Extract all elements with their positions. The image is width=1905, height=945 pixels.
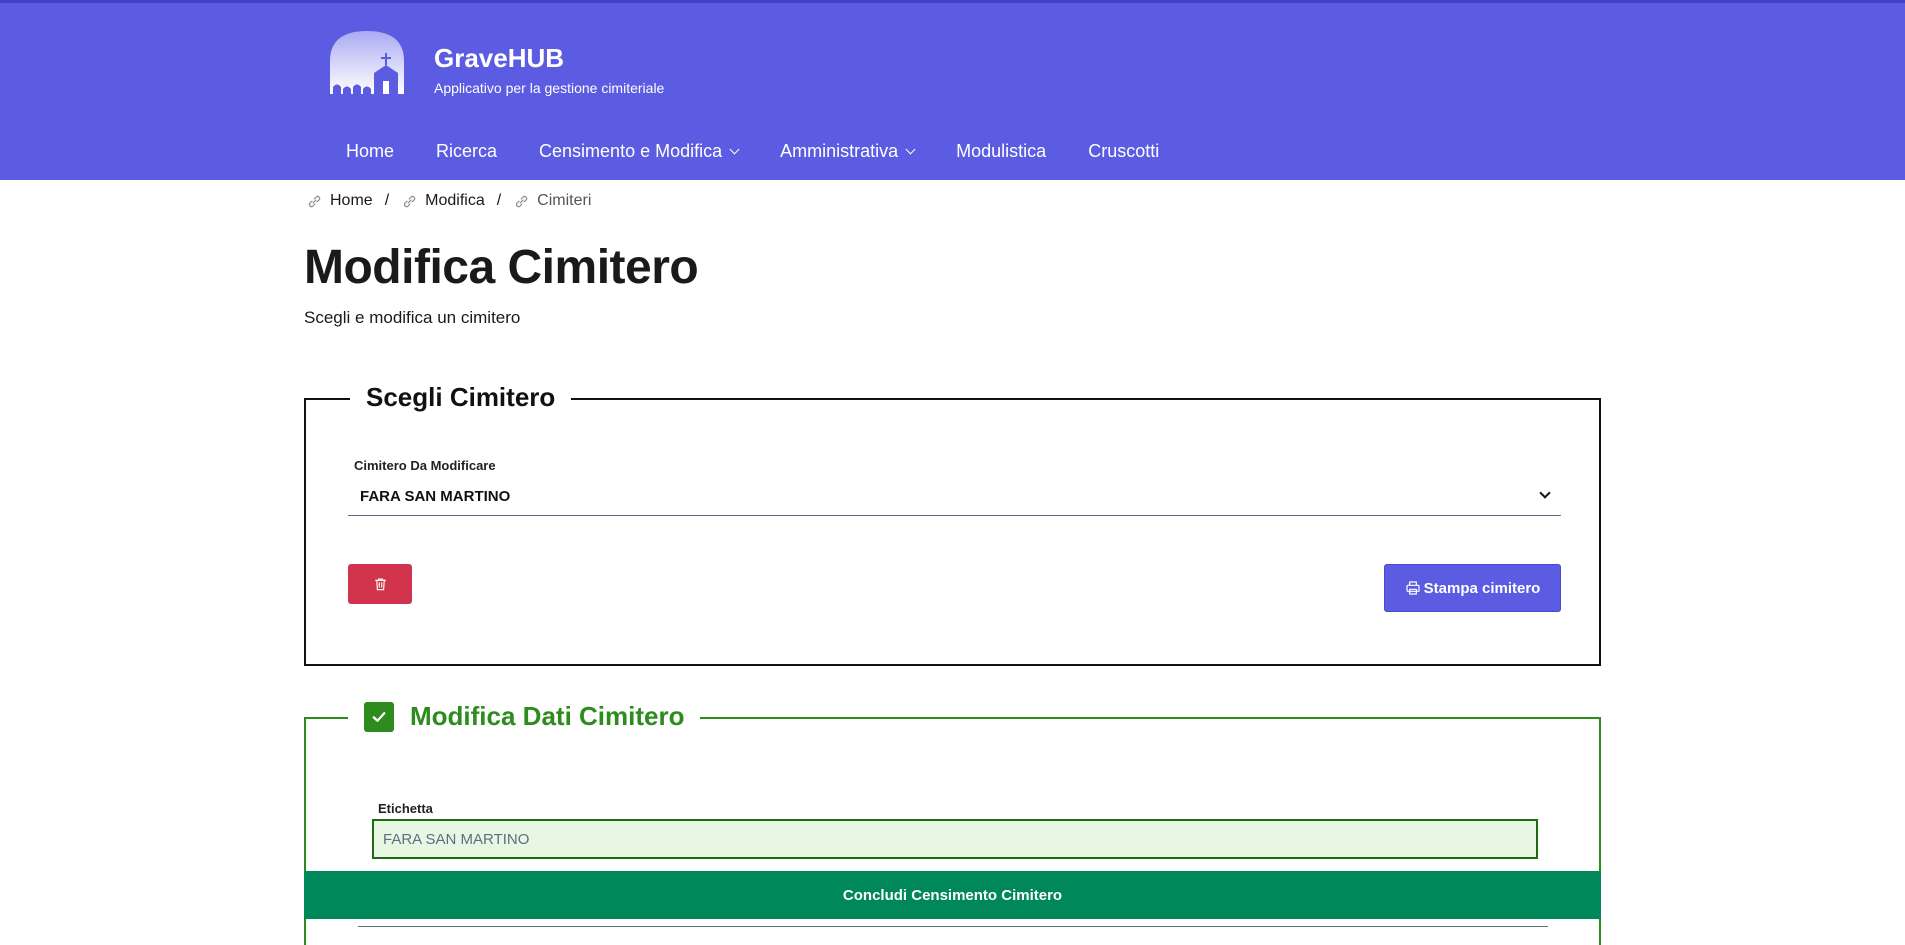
section-legend: Modifica Dati Cimitero: [348, 701, 701, 732]
print-button-label: Stampa cimitero: [1423, 579, 1541, 597]
nav-item-cruscotti[interactable]: Cruscotti: [1088, 141, 1159, 162]
conclude-census-button[interactable]: Concludi Censimento Cimitero: [304, 871, 1601, 919]
nav-item-censimento[interactable]: Censimento e Modifica: [539, 141, 740, 162]
link-icon: [404, 195, 416, 207]
chevron-down-icon: [1539, 487, 1551, 499]
nav-label: Ricerca: [436, 141, 498, 161]
nav-item-ricerca[interactable]: Ricerca: [436, 141, 497, 162]
section-legend-text: Modifica Dati Cimitero: [410, 701, 685, 731]
chevron-down-icon: [905, 144, 916, 155]
choose-cemetery-section: Scegli Cimitero Cimitero Da Modificare F…: [304, 382, 1601, 666]
nav-item-amministrativa[interactable]: Amministrativa: [780, 141, 916, 162]
label-field-label: Etichetta: [378, 801, 433, 816]
edit-cemetery-section: Modifica Dati Cimitero Etichetta Conclud…: [304, 701, 1601, 945]
trash-icon: [374, 578, 386, 591]
chevron-down-icon: [729, 144, 740, 155]
nav-label: Modulistica: [956, 141, 1047, 161]
breadcrumb-item-home[interactable]: Home: [306, 192, 373, 210]
print-cemetery-button[interactable]: Stampa cimitero: [1384, 564, 1561, 612]
nav-label: Censimento e Modifica: [539, 141, 723, 161]
breadcrumb-label: Home: [330, 192, 373, 209]
section-legend: Scegli Cimitero: [350, 382, 572, 413]
breadcrumb-label: Cimiteri: [537, 192, 592, 209]
divider: [358, 926, 1548, 927]
select-value: FARA SAN MARTINO: [360, 488, 511, 505]
page-subtitle: Scegli e modifica un cimitero: [304, 308, 521, 327]
nav-item-home[interactable]: Home: [346, 141, 394, 162]
printer-icon: [1406, 581, 1420, 595]
page-title: Modifica Cimitero: [304, 241, 699, 294]
nav-label: Home: [346, 141, 395, 161]
church-logo-icon: [330, 31, 404, 94]
breadcrumb-separator: /: [384, 192, 390, 209]
nav-label: Cruscotti: [1088, 141, 1160, 161]
nav-item-modulistica[interactable]: Modulistica: [956, 141, 1046, 162]
breadcrumb-separator: /: [496, 192, 502, 209]
label-input[interactable]: [372, 819, 1538, 859]
cemetery-select[interactable]: FARA SAN MARTINO: [348, 478, 1561, 516]
cemetery-select-label: Cimitero Da Modificare: [354, 458, 496, 473]
link-icon: [308, 195, 321, 207]
main-nav: Home Ricerca Censimento e Modifica Ammin…: [346, 141, 1201, 162]
breadcrumb: Home / Modifica / Cimiteri: [306, 192, 591, 210]
app-header: GraveHUB Applicativo per la gestione cim…: [0, 0, 1905, 180]
nav-label: Amministrativa: [780, 141, 899, 161]
breadcrumb-item-modifica[interactable]: Modifica: [401, 192, 485, 210]
brand-subtitle: Applicativo per la gestione cimiteriale: [434, 80, 665, 96]
check-icon: [364, 701, 394, 732]
delete-button[interactable]: [348, 564, 412, 604]
conclude-button-label: Concludi Censimento Cimitero: [842, 886, 1063, 904]
brand[interactable]: GraveHUB Applicativo per la gestione cim…: [328, 29, 664, 99]
brand-title: GraveHUB: [434, 43, 565, 73]
breadcrumb-label: Modifica: [425, 192, 485, 209]
link-icon: [516, 195, 528, 207]
breadcrumb-item-cimiteri: Cimiteri: [513, 192, 591, 210]
